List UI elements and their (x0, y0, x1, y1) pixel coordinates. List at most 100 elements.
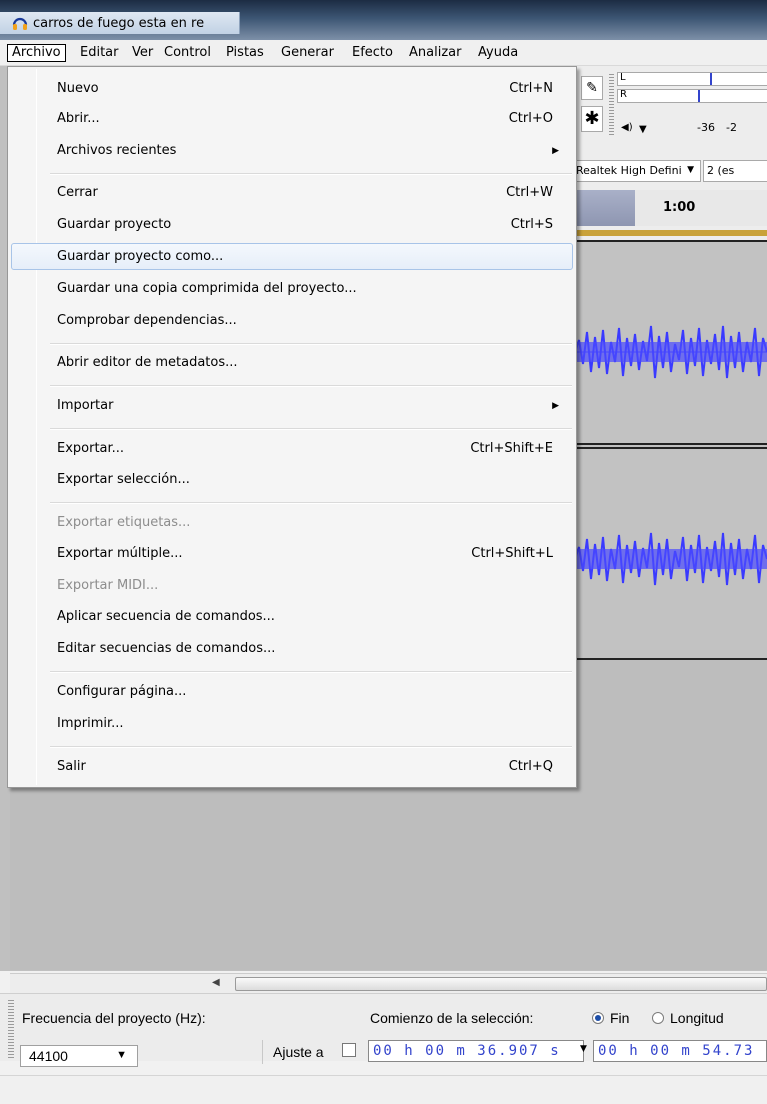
meter-right-label: R (620, 89, 627, 100)
menu-item-label: Salir (57, 759, 86, 774)
selection-start-value: 00 h 00 m 36.907 s (373, 1043, 561, 1059)
menu-item-importar[interactable]: Importar ▶ (11, 394, 573, 418)
project-rate-select[interactable]: 44100 ▼ (20, 1045, 138, 1067)
submenu-arrow-icon: ▶ (552, 401, 559, 411)
snap-label: Ajuste a (273, 1044, 324, 1060)
project-rate-value: 44100 (29, 1048, 68, 1064)
menu-icon-gutter (36, 69, 37, 785)
menu-item-label: Nuevo (57, 81, 99, 96)
menu-item-exportar-etiquetas: Exportar etiquetas... (11, 511, 573, 535)
menu-item-exportar[interactable]: Exportar... Ctrl+Shift+E (11, 437, 573, 461)
menu-separator (50, 343, 572, 345)
menu-ver[interactable]: Ver (129, 45, 156, 61)
menu-separator (50, 671, 572, 673)
menu-analizar[interactable]: Analizar (406, 45, 464, 61)
waveform-left (574, 325, 767, 379)
menu-archivo[interactable]: Archivo (7, 44, 66, 62)
title-bar: carros de fuego esta en re (0, 0, 767, 40)
menu-separator (50, 746, 572, 748)
meter-dropdown-arrow[interactable]: ▼ (639, 124, 647, 135)
time-format-dropdown-icon[interactable]: ▼ (580, 1044, 587, 1054)
menu-item-comprobar-dependencias[interactable]: Comprobar dependencias... (11, 309, 573, 333)
menu-item-nuevo[interactable]: Nuevo Ctrl+N (11, 77, 573, 101)
menu-item-label: Exportar MIDI... (57, 578, 159, 593)
scrollbar-thumb[interactable] (235, 977, 767, 991)
menu-item-label: Archivos recientes (57, 143, 177, 158)
menu-item-label: Abrir... (57, 111, 100, 126)
menu-item-shortcut: Ctrl+S (510, 217, 553, 232)
window-title: carros de fuego esta en re (33, 16, 205, 31)
menu-generar[interactable]: Generar (278, 45, 337, 61)
menu-item-abrir[interactable]: Abrir... Ctrl+O (11, 107, 573, 131)
menu-item-label: Editar secuencias de comandos... (57, 641, 276, 656)
menu-item-guardar-proyecto[interactable]: Guardar proyecto Ctrl+S (11, 213, 573, 237)
draw-tool-button[interactable]: ✎ (581, 76, 603, 100)
speaker-icon[interactable]: ◀) (621, 122, 633, 133)
menu-item-label: Configurar página... (57, 684, 187, 699)
toolbar-area: ✎ ✱ L R ◀) ▼ -36 -2 Realtek High Defini … (573, 66, 767, 240)
menu-item-guardar-copia-comprimida[interactable]: Guardar una copia comprimida del proyect… (11, 277, 573, 301)
status-bar (0, 1075, 767, 1104)
menu-item-guardar-proyecto-como[interactable]: Guardar proyecto como... (11, 243, 573, 270)
timeline-ruler[interactable]: 1:00 (635, 190, 767, 226)
meter-scale-value-2: -2 (726, 121, 737, 134)
menu-item-label: Aplicar secuencia de comandos... (57, 609, 275, 624)
menu-separator (50, 173, 572, 175)
menu-item-shortcut: Ctrl+O (508, 111, 553, 126)
menu-item-label: Imprimir... (57, 716, 124, 731)
chevron-down-icon: ▼ (687, 165, 694, 175)
menu-item-shortcut: Ctrl+W (506, 185, 553, 200)
multi-tool-button[interactable]: ✱ (581, 106, 603, 132)
menu-item-archivos-recientes[interactable]: Archivos recientes ▶ (11, 139, 573, 163)
horizontal-scrollbar[interactable]: ◀ (10, 973, 767, 993)
submenu-arrow-icon: ▶ (552, 146, 559, 156)
menu-separator (50, 502, 572, 504)
meter-left-label: L (620, 72, 626, 83)
menu-item-shortcut: Ctrl+N (509, 81, 553, 96)
menu-efecto[interactable]: Efecto (349, 45, 396, 61)
device-select[interactable]: Realtek High Defini ▼ (573, 160, 701, 182)
menu-item-imprimir[interactable]: Imprimir... (11, 712, 573, 736)
end-radio-label: Fin (610, 1010, 630, 1026)
menu-item-salir[interactable]: Salir Ctrl+Q (11, 755, 573, 779)
menu-item-label: Guardar una copia comprimida del proyect… (57, 281, 357, 296)
length-radio-label: Longitud (670, 1010, 724, 1026)
menu-item-cerrar[interactable]: Cerrar Ctrl+W (11, 181, 573, 205)
chevron-down-icon: ▼ (116, 1049, 127, 1061)
menu-item-exportar-multiple[interactable]: Exportar múltiple... Ctrl+Shift+L (11, 542, 573, 566)
meter-left-bar[interactable]: L (617, 72, 767, 86)
selection-end-time[interactable]: 00 h 00 m 54.73 (593, 1040, 767, 1062)
menu-item-exportar-seleccion[interactable]: Exportar selección... (11, 468, 573, 492)
end-radio[interactable] (592, 1012, 604, 1024)
headphones-app-icon (12, 17, 28, 30)
menu-separator (50, 428, 572, 430)
meter-right-bar[interactable]: R (617, 89, 767, 103)
track-top-border (575, 230, 767, 236)
selection-start-time[interactable]: 00 h 00 m 36.907 s (368, 1040, 584, 1062)
menu-item-label: Exportar etiquetas... (57, 515, 191, 530)
menu-item-exportar-midi: Exportar MIDI... (11, 574, 573, 598)
toolbar-grip[interactable] (609, 74, 614, 136)
menu-item-label: Guardar proyecto como... (57, 249, 224, 264)
menu-item-label: Abrir editor de metadatos... (57, 355, 238, 370)
menu-item-label: Exportar selección... (57, 472, 190, 487)
menu-item-abrir-editor-metadatos[interactable]: Abrir editor de metadatos... (11, 351, 573, 375)
menu-control[interactable]: Control (161, 45, 214, 61)
toolbar-grip[interactable] (8, 1000, 14, 1058)
menu-item-aplicar-secuencia[interactable]: Aplicar secuencia de comandos... (11, 605, 573, 629)
timeline-selection[interactable] (575, 190, 635, 226)
length-radio[interactable] (652, 1012, 664, 1024)
pencil-icon: ✎ (586, 80, 598, 96)
channels-select[interactable]: 2 (es (703, 160, 767, 182)
track-right-channel[interactable] (574, 447, 767, 660)
menu-item-label: Cerrar (57, 185, 98, 200)
snap-checkbox[interactable] (342, 1043, 356, 1057)
menu-ayuda[interactable]: Ayuda (475, 45, 521, 61)
menu-item-configurar-pagina[interactable]: Configurar página... (11, 680, 573, 704)
track-left-channel[interactable] (574, 240, 767, 445)
menu-editar[interactable]: Editar (77, 45, 122, 61)
menu-pistas[interactable]: Pistas (223, 45, 267, 61)
scroll-left-icon[interactable]: ◀ (212, 977, 220, 988)
menu-item-editar-secuencias[interactable]: Editar secuencias de comandos... (11, 637, 573, 661)
menu-item-label: Comprobar dependencias... (57, 313, 237, 328)
